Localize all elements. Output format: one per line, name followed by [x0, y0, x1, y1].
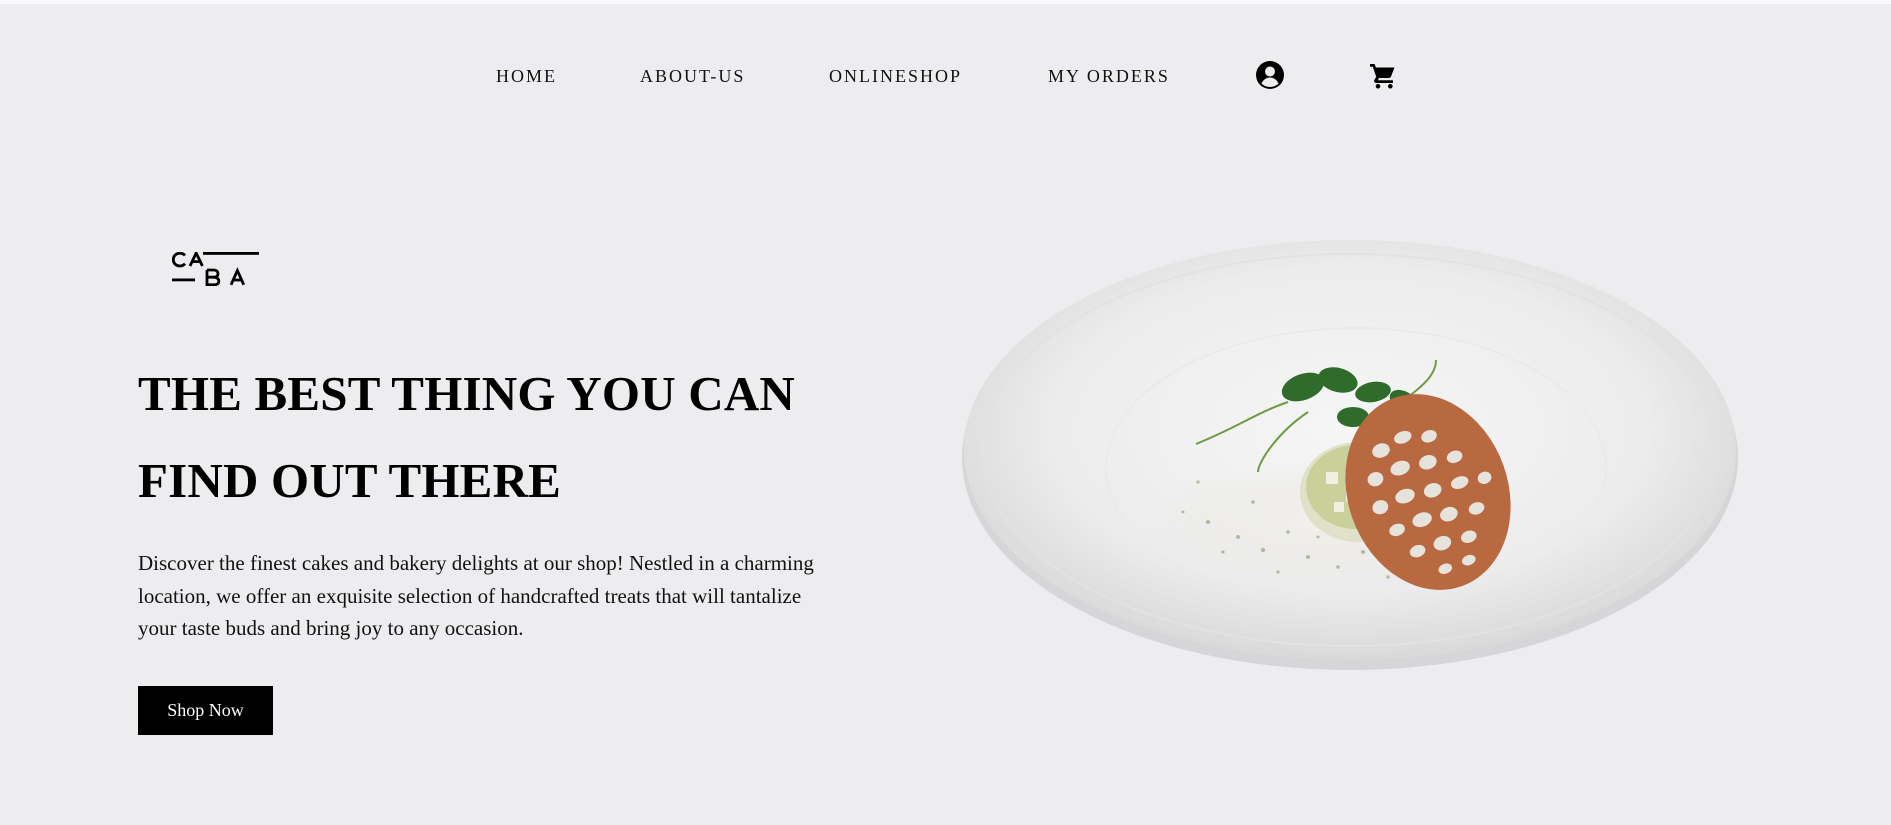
shop-now-button[interactable]: Shop Now	[138, 686, 273, 735]
hero-description: Discover the finest cakes and bakery del…	[138, 551, 814, 640]
hero-headline-line-1: THE BEST THING YOU CAN	[138, 366, 795, 421]
hero-headline-line-2: FIND OUT THERE	[138, 453, 562, 508]
caba-logo-svg	[171, 249, 259, 287]
shopping-cart-icon[interactable]	[1368, 60, 1398, 90]
hero-headline: THE BEST THING YOU CAN FIND OUT THERE	[138, 350, 898, 524]
nav-home-link[interactable]: HOME	[496, 66, 557, 87]
nav-about-us-link[interactable]: ABOUT-US	[640, 66, 745, 87]
plated-dish-svg	[962, 240, 1738, 670]
nav-onlineshop-link[interactable]: ONLINESHOP	[829, 66, 962, 87]
top-rule	[0, 0, 1891, 4]
caba-logo	[171, 249, 261, 287]
landing-page: HOME ABOUT-US ONLINESHOP MY ORDERS THE B…	[0, 0, 1891, 825]
main-nav: HOME ABOUT-US ONLINESHOP MY ORDERS	[0, 58, 1891, 94]
nav-my-orders-link[interactable]: MY ORDERS	[1048, 66, 1170, 87]
plated-dish-image	[958, 232, 1742, 672]
user-circle-icon[interactable]	[1255, 60, 1285, 90]
user-circle-icon-svg	[1256, 61, 1284, 89]
shopping-cart-icon-svg	[1370, 64, 1395, 89]
